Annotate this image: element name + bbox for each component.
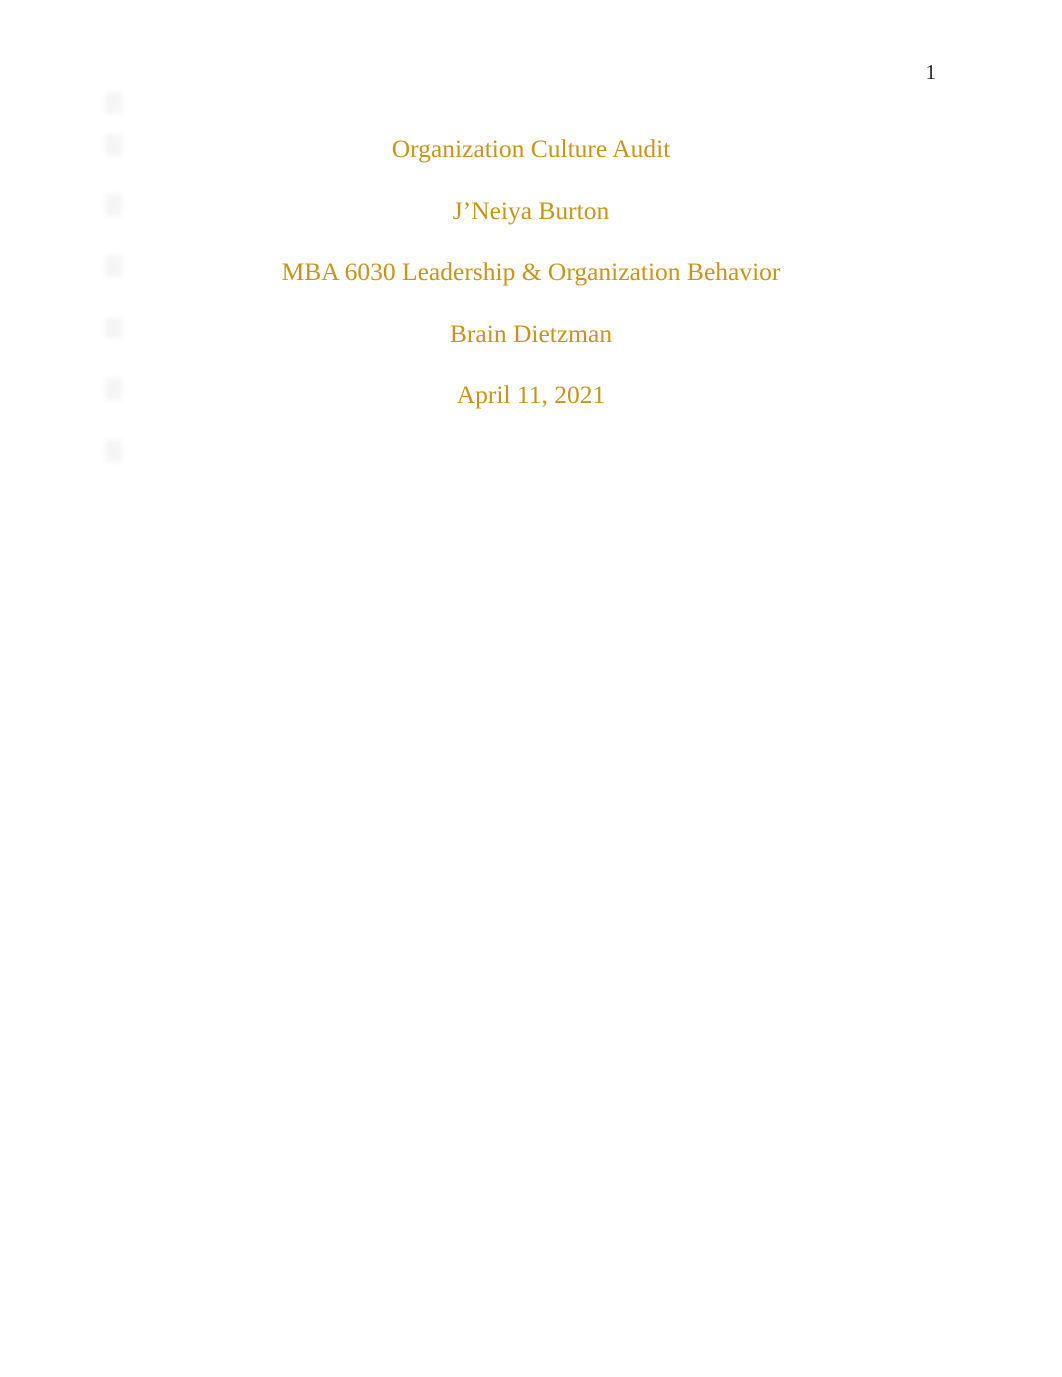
course-name: MBA 6030 Leadership & Organization Behav… [0,241,1062,303]
author-name-text: J’Neiya Burton [452,195,610,225]
instructor-name: Brain Dietzman [0,303,1062,365]
course-name-text: MBA 6030 Leadership & Organization Behav… [281,257,781,286]
document-page: 1 Organization Culture Audit J’Neiya Bur… [0,0,1062,1377]
page-number: 1 [925,60,937,84]
document-title: Organization Culture Audit [0,118,1062,180]
title-page-block: Organization Culture Audit J’Neiya Burto… [0,118,1062,426]
margin-mark-1 [105,92,122,114]
submission-date: April 11, 2021 [0,364,1062,426]
submission-date-text: April 11, 2021 [456,380,606,409]
margin-mark-7 [105,440,122,462]
document-title-text: Organization Culture Audit [391,134,671,163]
author-name: J’Neiya Burton [0,180,1062,242]
instructor-name-text: Brain Dietzman [449,318,613,348]
